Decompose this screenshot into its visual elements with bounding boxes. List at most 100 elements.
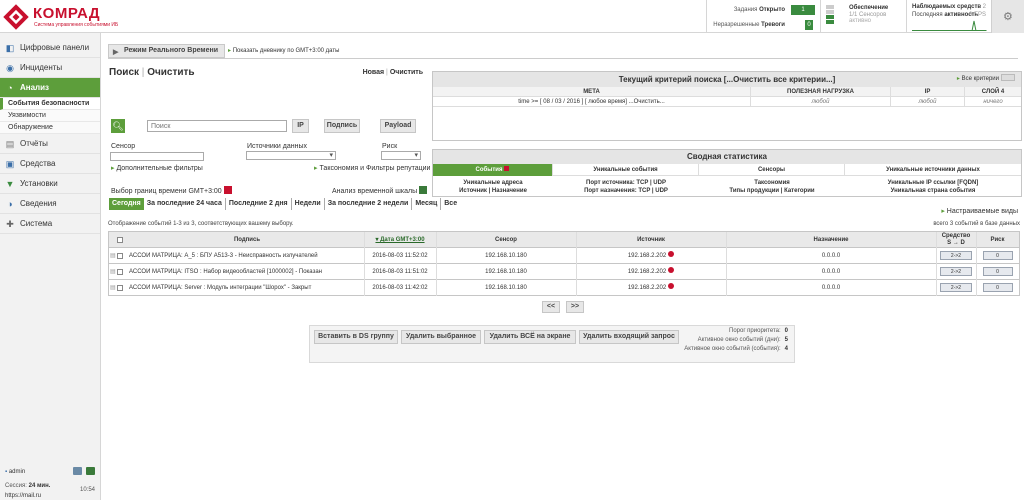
unresolved-alarms[interactable]: Неразрешенные Тревоги 0 [712, 19, 815, 31]
risk-select[interactable] [381, 151, 421, 160]
sidebar-subitem-detection[interactable]: Обнаружение [0, 122, 100, 134]
table-row[interactable]: ▤ АССОИ МАТРИЦА: Server : Модуль интегра… [109, 280, 1019, 296]
sidebar-subitem-vulnerabilities[interactable]: Уязвимости [0, 110, 100, 122]
realtime-mode-button[interactable]: ▶ Режим Реального Времени [108, 44, 225, 58]
taxonomy-filters-link[interactable]: Таксономия и Фильтры репутации [314, 164, 430, 172]
monitor-icon[interactable] [73, 467, 82, 475]
tab-all[interactable]: Все [441, 198, 460, 210]
row-vector[interactable]: 2->2 [940, 251, 972, 260]
calendar-icon[interactable] [223, 186, 232, 194]
sidebar-item-settings[interactable]: ▼ Установки [0, 174, 100, 194]
alarms-counter[interactable]: 0 [805, 20, 813, 30]
meta-criteria[interactable]: time >= [ 08 / 03 / 2016 ] [ любое время… [433, 97, 751, 107]
search-input[interactable] [147, 120, 287, 132]
row-vector[interactable]: 2->2 [940, 267, 972, 276]
sensor-input[interactable] [110, 152, 204, 161]
dst-port-link[interactable]: Порт назначения: TCP | UDP [584, 188, 668, 194]
table-row[interactable]: ▤ АССОИ МАТРИЦА: A_5 : БПУ А513-3 - Неис… [109, 248, 1019, 264]
terminal-icon[interactable] [86, 467, 95, 475]
sidebar-subitem-security-events[interactable]: События безопасности [0, 98, 100, 110]
row-sensor[interactable]: 192.168.10.180 [436, 264, 576, 280]
col-sensor[interactable]: Сенсор [436, 232, 576, 248]
src-dst-link[interactable]: Источник | Назначение [459, 188, 527, 194]
delete-selected-button[interactable]: Удалить выбранное [401, 330, 481, 344]
delete-all-screen-button[interactable]: Удалить ВСЁ на экране [484, 330, 576, 344]
current-user[interactable]: ▪ admin [5, 469, 25, 475]
open-tasks[interactable]: Задания Открыто 1 [712, 4, 815, 16]
signature-search-button[interactable]: Подпись [324, 119, 360, 133]
ip-criteria[interactable]: любой [891, 97, 965, 107]
brand-logo[interactable]: КОМРАД Система управления событиями ИБ [3, 4, 118, 30]
expand-icon[interactable]: ▤ [110, 268, 116, 275]
row-signature[interactable]: АССОИ МАТРИЦА: ITSO : Набор видеообласте… [125, 264, 365, 280]
col-source[interactable]: Источник [576, 232, 726, 248]
unique-addresses-link[interactable]: Уникальные адреса [463, 180, 522, 186]
clear-search-link[interactable]: Очистить [147, 67, 194, 78]
custom-views-link[interactable]: Настраиваемые виды [941, 207, 1018, 215]
col-signature[interactable]: Подпись [125, 232, 365, 248]
row-risk[interactable]: 0 [982, 251, 1013, 260]
select-all-checkbox[interactable] [117, 237, 123, 243]
ip-search-button[interactable]: IP [292, 119, 309, 133]
col-destination[interactable]: Назначение [726, 232, 936, 248]
row-source[interactable]: 192.168.2.202 [576, 248, 726, 264]
summary-tab-unique-events[interactable]: Уникальные события [553, 164, 699, 176]
search-go-button[interactable]: 🔍︎ [111, 119, 125, 133]
unique-country-link[interactable]: Уникальная страна события [891, 188, 976, 194]
unique-ip-links-link[interactable]: Уникальные IP ссылки [FQDN] [888, 180, 979, 186]
sidebar-item-dashboards[interactable]: ◧ Цифровые панели [0, 38, 100, 58]
sidebar-item-assets[interactable]: ▣ Средства [0, 154, 100, 174]
summary-tab-sensors[interactable]: Сенсоры [699, 164, 845, 176]
settings-gear-button[interactable]: ⚙ [991, 0, 1024, 33]
expand-icon[interactable]: ▤ [110, 252, 116, 259]
next-page-button[interactable]: >> [566, 301, 584, 313]
col-risk[interactable]: Риск [976, 232, 1019, 248]
row-sensor[interactable]: 192.168.10.180 [436, 280, 576, 296]
tab-2weeks[interactable]: За последние 2 недели [325, 198, 413, 210]
row-source[interactable]: 192.168.2.202 [576, 280, 726, 296]
tasks-counter[interactable]: 1 [791, 5, 815, 15]
taxonomy-link[interactable]: Таксономия [754, 180, 790, 186]
product-types-link[interactable]: Типы продукции | Категории [729, 188, 814, 194]
row-checkbox[interactable] [117, 285, 123, 291]
clear-all-link[interactable]: Очистить [390, 69, 423, 76]
row-destination[interactable]: 0.0.0.0 [726, 280, 936, 296]
tab-week[interactable]: Недели [292, 198, 325, 210]
col-date[interactable]: Дата GMT+3:00 [364, 232, 436, 248]
all-criteria-toggle[interactable]: Все критерии [957, 72, 1015, 87]
data-sources-select[interactable] [246, 151, 336, 160]
sidebar-item-analysis[interactable]: ◔ Анализ [0, 78, 100, 98]
new-search-link[interactable]: Новая [363, 69, 385, 76]
tab-24h[interactable]: За последние 24 часа [144, 198, 226, 210]
row-risk[interactable]: 0 [982, 267, 1013, 276]
prev-page-button[interactable]: << [542, 301, 560, 313]
footer-link[interactable]: https://mail.ru [5, 493, 41, 499]
provision-widget[interactable]: Обеспечение 1/1 Сенсоров активно [820, 0, 906, 33]
delete-query-button[interactable]: Удалить входящий запрос [579, 330, 679, 344]
tab-2days[interactable]: Последние 2 дня [226, 198, 292, 210]
sidebar-item-reports[interactable]: ▤ Отчёты [0, 134, 100, 154]
row-vector[interactable]: 2->2 [940, 283, 972, 292]
gmt-dates-link[interactable]: Показать дневнику по GMT+3:00 даты [228, 47, 340, 54]
row-checkbox[interactable] [117, 269, 123, 275]
row-destination[interactable]: 0.0.0.0 [726, 264, 936, 280]
payload-criteria[interactable]: любой [751, 97, 891, 107]
row-source[interactable]: 192.168.2.202 [576, 264, 726, 280]
clear-criteria-link[interactable]: [...Очистить все критерии...] [724, 75, 836, 84]
sidebar-item-system[interactable]: ✚ Система [0, 214, 100, 234]
col-vector[interactable]: Средство S → D [936, 232, 976, 248]
summary-tab-unique-sources[interactable]: Уникальные источники данных [845, 164, 1021, 176]
sidebar-item-incidents[interactable]: ◉ Инциденты [0, 58, 100, 78]
tab-month[interactable]: Месяц [412, 198, 442, 210]
expand-icon[interactable]: ▤ [110, 284, 116, 291]
table-row[interactable]: ▤ АССОИ МАТРИЦА: ITSO : Набор видеооблас… [109, 264, 1019, 280]
row-destination[interactable]: 0.0.0.0 [726, 248, 936, 264]
src-port-link[interactable]: Порт источника: TCP | UDP [586, 180, 666, 186]
layer4-criteria[interactable]: ничего [965, 97, 1021, 107]
sidebar-item-info[interactable]: ◑ Сведения [0, 194, 100, 214]
monitor-widget[interactable]: Наблюдаемых средств 2 Последняя активност… [906, 0, 991, 33]
advanced-filters-link[interactable]: Дополнительные фильтры [111, 164, 202, 172]
summary-tab-events[interactable]: События [433, 164, 553, 176]
row-signature[interactable]: АССОИ МАТРИЦА: A_5 : БПУ А513-3 - Неиспр… [125, 248, 365, 264]
row-sensor[interactable]: 192.168.10.180 [436, 248, 576, 264]
